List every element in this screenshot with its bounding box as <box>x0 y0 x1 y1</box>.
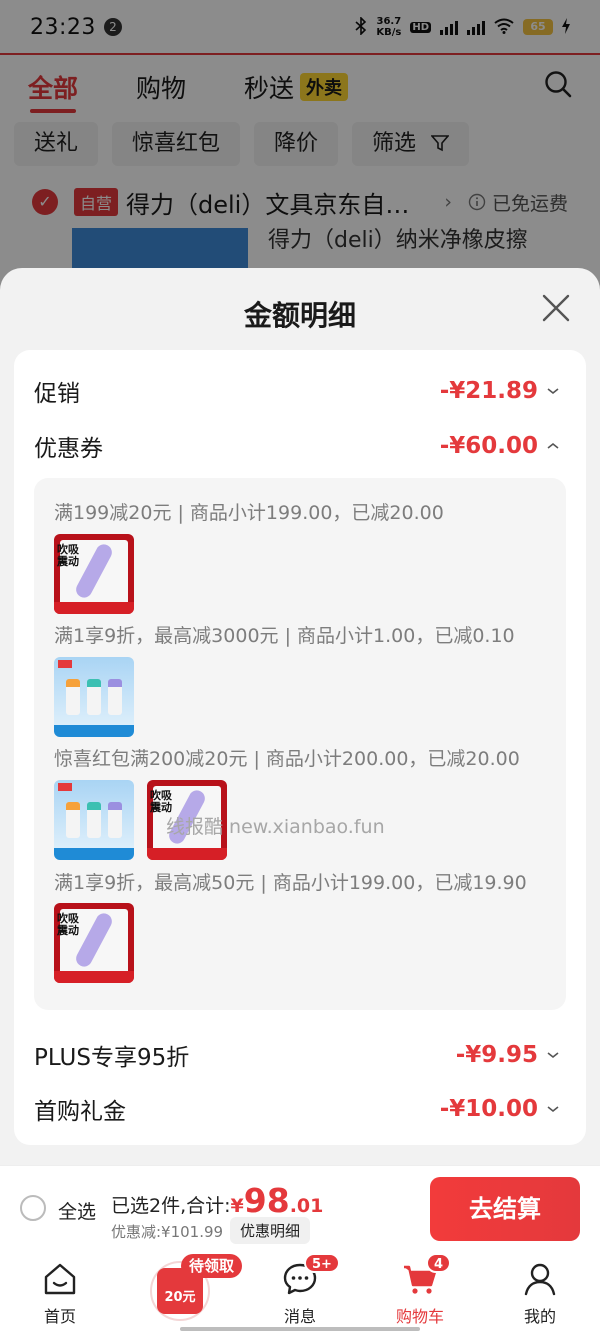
coupon-line: 满199减20元 | 商品小计199.00，已减20.00 <box>54 502 444 524</box>
row-label: 优惠券 <box>34 436 103 462</box>
saved-amount: 优惠减:¥101.99 <box>111 1223 224 1241</box>
product-thumbnail[interactable] <box>54 657 134 737</box>
sheet-title: 金额明细 <box>243 299 356 332</box>
nav-home[interactable]: 首页 <box>0 1251 120 1333</box>
discount-card: 促销 -¥21.89 优惠券 -¥60.00 满199减20元 | 商品小计19… <box>14 350 586 1145</box>
product-thumbnail[interactable]: 吹吸震动 <box>54 534 134 614</box>
row-amount: -¥60.00 <box>439 433 538 459</box>
coupon-details: 满199减20元 | 商品小计199.00，已减20.00 吹吸震动 满1享9折… <box>34 478 566 1010</box>
checkout-bar: 全选 已选2件,合计:¥98.01 优惠减:¥101.99 优惠明细 去结算 <box>0 1165 600 1251</box>
amount-detail-sheet: 金额明细 促销 -¥21.89 优惠券 -¥60.00 满199减20元 | 商… <box>0 268 600 1165</box>
total-summary: 已选2件,合计:¥98.01 <box>111 1181 323 1220</box>
product-thumbnail[interactable]: 吹吸震动 <box>54 903 134 983</box>
nav-home-label: 首页 <box>43 1307 76 1326</box>
home-indicator[interactable] <box>180 1327 420 1331</box>
nav-messages[interactable]: 5+ 消息 <box>240 1251 360 1333</box>
total-decimal: .01 <box>289 1195 324 1217</box>
coupon-line: 惊喜红包满200减20元 | 商品小计200.00，已减20.00 <box>54 748 520 770</box>
selected-count-text: 已选2件,合计: <box>111 1195 231 1217</box>
row-plus-discount[interactable]: PLUS专享95折 -¥9.95 <box>34 1038 560 1072</box>
row-label: 首购礼金 <box>34 1099 126 1125</box>
currency-symbol: ¥ <box>230 1195 244 1217</box>
row-amount: -¥10.00 <box>439 1096 538 1122</box>
nav-messages-label: 消息 <box>283 1307 316 1326</box>
chevron-down-icon <box>547 1052 559 1059</box>
total-integer: 98 <box>243 1181 290 1220</box>
cart-badge: 4 <box>426 1253 452 1273</box>
nav-mine-label: 我的 <box>523 1307 556 1326</box>
discount-detail-button[interactable]: 优惠明细 <box>230 1217 311 1244</box>
select-all-radio[interactable] <box>20 1195 46 1221</box>
bottom-navigation: 首页 20元 待领取 5+ 消息 4 购物车 我的 <box>0 1251 600 1333</box>
messages-badge: 5+ <box>304 1253 340 1273</box>
thumb-label: 吹吸震动 <box>57 912 79 937</box>
profile-icon <box>524 1263 556 1296</box>
checkout-button[interactable]: 去结算 <box>430 1177 580 1241</box>
row-promotion[interactable]: 促销 -¥21.89 <box>34 374 560 408</box>
row-amount: -¥9.95 <box>455 1042 538 1068</box>
home-icon <box>44 1263 76 1295</box>
promo-pill[interactable]: 待领取 <box>181 1254 243 1278</box>
chevron-up-icon <box>547 442 559 449</box>
chevron-down-icon <box>547 1106 559 1113</box>
row-label: PLUS专享95折 <box>34 1045 190 1071</box>
thumb-label: 吹吸震动 <box>57 543 79 568</box>
thumb-label: 吹吸震动 <box>150 789 172 814</box>
select-all-label[interactable]: 全选 <box>58 1197 96 1224</box>
coupon-line: 满1享9折，最高减3000元 | 商品小计1.00，已减0.10 <box>54 625 515 647</box>
nav-cart[interactable]: 4 购物车 <box>360 1251 480 1333</box>
watermark-text: 线报酷 new.xianbao.fun <box>166 816 385 838</box>
coupon-line: 满1享9折，最高减50元 | 商品小计199.00，已减19.90 <box>54 872 527 894</box>
nav-mine[interactable]: 我的 <box>480 1251 600 1333</box>
row-coupons[interactable]: 优惠券 -¥60.00 <box>34 429 560 463</box>
row-label: 促销 <box>34 381 80 407</box>
close-icon[interactable] <box>538 290 574 326</box>
chevron-down-icon <box>547 388 559 395</box>
product-thumbnail[interactable] <box>54 780 134 860</box>
nav-cart-label: 购物车 <box>395 1307 444 1326</box>
row-amount: -¥21.89 <box>439 378 538 404</box>
row-first-purchase-gift[interactable]: 首购礼金 -¥10.00 <box>34 1092 560 1126</box>
